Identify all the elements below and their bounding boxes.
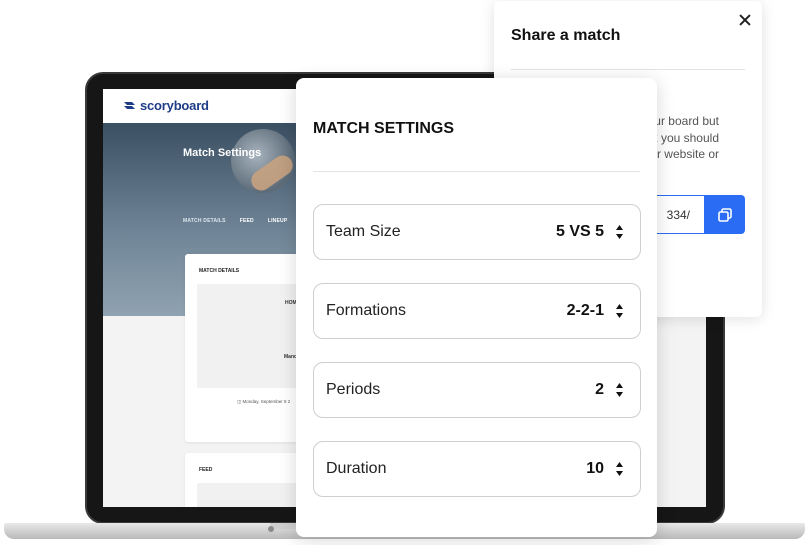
match-details-title: MATCH DETAILS <box>199 268 240 274</box>
periods-select[interactable]: Periods 2 <box>313 362 641 418</box>
logo-text: scoryboard <box>140 98 209 113</box>
match-settings-panel: MATCH SETTINGS Team Size 5 VS 5 Formatio… <box>296 78 657 537</box>
match-date: ◫ Monday, September 8 2 <box>237 399 291 404</box>
feed-title: FEED <box>199 467 213 473</box>
team-size-value: 5 VS 5 <box>555 223 604 240</box>
sort-arrows-icon <box>616 304 623 318</box>
close-icon[interactable] <box>738 13 752 27</box>
match-date-text: Monday, September 8 2 <box>242 399 291 404</box>
stage: scoryboard Match Settings MATCH DETAILS … <box>0 0 809 545</box>
duration-label: Duration <box>326 460 387 477</box>
formations-value: 2-2-1 <box>566 302 604 319</box>
formations-select[interactable]: Formations 2-2-1 <box>313 283 641 339</box>
sort-arrows-icon <box>616 383 623 397</box>
tab-match-details[interactable]: MATCH DETAILS <box>183 218 226 224</box>
share-title: Share a match <box>511 27 621 44</box>
duration-select[interactable]: Duration 10 <box>313 441 641 497</box>
sort-arrows-icon <box>616 225 623 239</box>
app-logo[interactable]: scoryboard <box>123 98 209 113</box>
logo-icon <box>124 102 135 109</box>
laptop-dot <box>268 526 274 532</box>
periods-label: Periods <box>326 381 381 398</box>
settings-title: MATCH SETTINGS <box>313 120 455 137</box>
duration-value: 10 <box>586 460 604 477</box>
team-size-select[interactable]: Team Size 5 VS 5 <box>313 204 641 260</box>
copy-button[interactable] <box>705 195 745 234</box>
hero-title: Match Settings <box>183 147 262 159</box>
periods-value: 2 <box>595 381 604 398</box>
team-size-label: Team Size <box>326 223 401 240</box>
tab-feed[interactable]: FEED <box>240 218 254 224</box>
settings-divider <box>313 171 640 172</box>
team-label: Manc <box>284 354 297 360</box>
share-divider <box>511 69 745 70</box>
hero-tabs: MATCH DETAILS FEED LINEUP <box>183 218 287 224</box>
share-link-value: 334/ <box>666 207 690 222</box>
copy-icon <box>718 207 732 222</box>
home-label: HOM <box>285 300 297 306</box>
tab-lineup[interactable]: LINEUP <box>268 218 288 224</box>
formations-label: Formations <box>326 302 407 319</box>
sort-arrows-icon <box>616 462 623 476</box>
